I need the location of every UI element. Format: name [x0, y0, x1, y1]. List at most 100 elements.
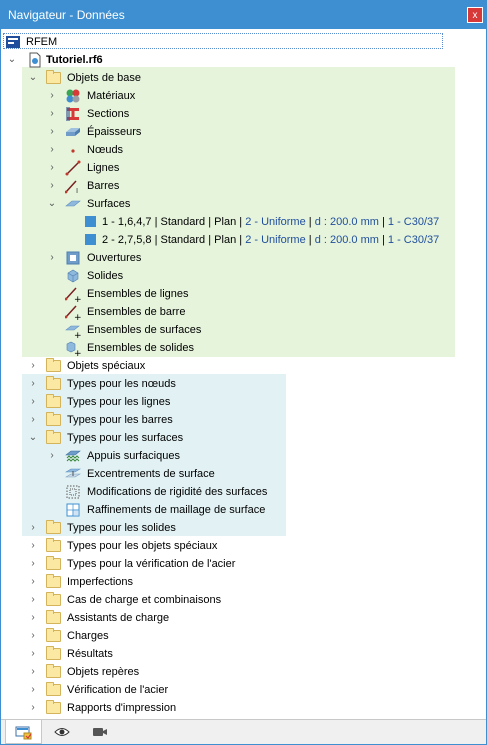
close-button[interactable]: x [467, 7, 483, 23]
tree-label-surface-stiffness-mods: Modifications de rigidité des surfaces [87, 486, 268, 498]
surface-2-d: d : 200.0 mm [314, 234, 379, 246]
tree-label-solids: Solides [87, 270, 124, 282]
tree-label-node-types: Types pour les nœuds [67, 378, 176, 390]
tree-label-line-sets: Ensembles de lignes [87, 288, 189, 300]
surface-1-geometry: Plan [214, 216, 237, 228]
model-file-icon [29, 52, 41, 68]
chevron-right-icon[interactable]: › [27, 609, 39, 627]
chevron-right-icon[interactable]: › [27, 393, 39, 411]
surface-1-label: 1 - 1,6,4,7 | Standard | Plan | 2 - Unif… [102, 216, 440, 228]
tree-label-imperfections: Imperfections [67, 576, 134, 588]
surface-color-icon [85, 216, 96, 227]
stiffness-modification-icon [66, 485, 80, 499]
chevron-right-icon[interactable]: › [46, 159, 58, 177]
tree-label-surface-sets: Ensembles de surfaces [87, 324, 202, 336]
chevron-down-icon[interactable]: ⌄ [6, 51, 18, 69]
line-icon [65, 160, 81, 176]
chevron-right-icon[interactable]: › [27, 627, 39, 645]
node-icon [71, 149, 75, 153]
chevron-right-icon[interactable]: › [46, 105, 58, 123]
tree-label-thicknesses: Épaisseurs [87, 126, 142, 138]
view-eye-icon [53, 728, 70, 737]
surface-2-material: 1 - C30/37 [387, 234, 440, 246]
tree-label-steel-design-types: Types pour la vérification de l'acier [67, 558, 236, 570]
chevron-down-icon[interactable]: ⌄ [27, 69, 39, 87]
chevron-right-icon[interactable]: › [27, 663, 39, 681]
tree-label-base-objects: Objets de base [67, 72, 141, 84]
tree-label-guide-objects: Objets repères [67, 666, 140, 678]
surface-2-type: Standard [160, 234, 206, 246]
tree-label-results: Résultats [67, 648, 113, 660]
opening-icon [66, 251, 80, 265]
chevron-right-icon[interactable]: › [27, 357, 39, 375]
data-navigator-icon [15, 726, 31, 740]
folder-icon [46, 412, 61, 426]
surface-1-id: 1 - 1,6,4,7 [102, 216, 152, 228]
chevron-right-icon[interactable]: › [46, 141, 58, 159]
solid-set-icon: + [66, 341, 81, 356]
tree-label-rfem: RFEM [26, 36, 58, 48]
surface-2-geometry: Plan [214, 234, 237, 246]
thickness-icon [66, 128, 80, 136]
folder-icon [46, 520, 61, 534]
mesh-refinement-icon [66, 503, 80, 517]
chevron-right-icon[interactable]: › [46, 123, 58, 141]
chevron-right-icon[interactable]: › [46, 87, 58, 105]
tree-label-openings: Ouvertures [87, 252, 142, 264]
tree-label-member-sets: Ensembles de barre [87, 306, 186, 318]
tree-label-loads: Charges [67, 630, 109, 642]
folder-icon [46, 592, 61, 606]
chevron-right-icon[interactable]: › [46, 447, 58, 465]
chevron-down-icon[interactable]: ⌄ [46, 195, 58, 213]
chevron-right-icon[interactable]: › [27, 555, 39, 573]
chevron-right-icon[interactable]: › [27, 573, 39, 591]
chevron-right-icon[interactable]: › [46, 249, 58, 267]
folder-icon [46, 610, 61, 624]
chevron-right-icon[interactable]: › [27, 681, 39, 699]
tree-label-solid-sets: Ensembles de solides [87, 342, 195, 354]
tree-label-members: Barres [87, 180, 120, 192]
tab-view[interactable] [43, 720, 80, 744]
surface-support-icon [65, 450, 81, 462]
materials-icon [66, 89, 80, 103]
tree-label-special-objects: Objets spéciaux [67, 360, 146, 372]
folder-open-icon [46, 430, 61, 444]
folder-icon [46, 574, 61, 588]
chevron-right-icon[interactable]: › [27, 645, 39, 663]
member-set-icon: + [65, 305, 81, 320]
title-bar: Navigateur - Données x [0, 0, 487, 29]
svg-text:+: + [74, 349, 81, 356]
folder-icon [46, 538, 61, 552]
chevron-right-icon[interactable]: › [27, 591, 39, 609]
folder-icon [46, 682, 61, 696]
chevron-right-icon[interactable]: › [27, 519, 39, 537]
folder-icon [46, 664, 61, 678]
chevron-right-icon[interactable]: › [27, 411, 39, 429]
tree-label-surface-types: Types pour les surfaces [67, 432, 184, 444]
window-title: Navigateur - Données [8, 8, 125, 22]
chevron-right-icon[interactable]: › [27, 537, 39, 555]
tree-label-surface-eccentricities: Excentrements de surface [87, 468, 215, 480]
tab-camera[interactable] [81, 720, 118, 744]
tree-label-nodes: Nœuds [87, 144, 124, 156]
rfem-root-row[interactable] [3, 33, 443, 49]
tree-label-steel-design: Vérification de l'acier [67, 684, 169, 696]
tree-label-member-types: Types pour les barres [67, 414, 173, 426]
chevron-right-icon[interactable]: › [27, 375, 39, 393]
surface-1-material: 1 - C30/37 [387, 216, 440, 228]
svg-text:+: + [74, 331, 81, 338]
line-set-icon: + [65, 287, 81, 302]
surface-icon [65, 200, 81, 207]
surface-eccentricity-icon [65, 468, 81, 478]
navigator-tab-bar [1, 719, 486, 744]
tab-data-navigator[interactable] [5, 720, 42, 744]
surface-2-label: 2 - 2,7,5,8 | Standard | Plan | 2 - Unif… [102, 234, 440, 246]
folder-icon [46, 376, 61, 390]
surface-1-type: Standard [160, 216, 206, 228]
tree-label-sections: Sections [87, 108, 130, 120]
chevron-down-icon[interactable]: ⌄ [27, 429, 39, 447]
chevron-right-icon[interactable]: › [46, 177, 58, 195]
svg-text:+: + [74, 313, 81, 320]
solid-icon [67, 269, 79, 283]
chevron-right-icon[interactable]: › [27, 699, 39, 717]
